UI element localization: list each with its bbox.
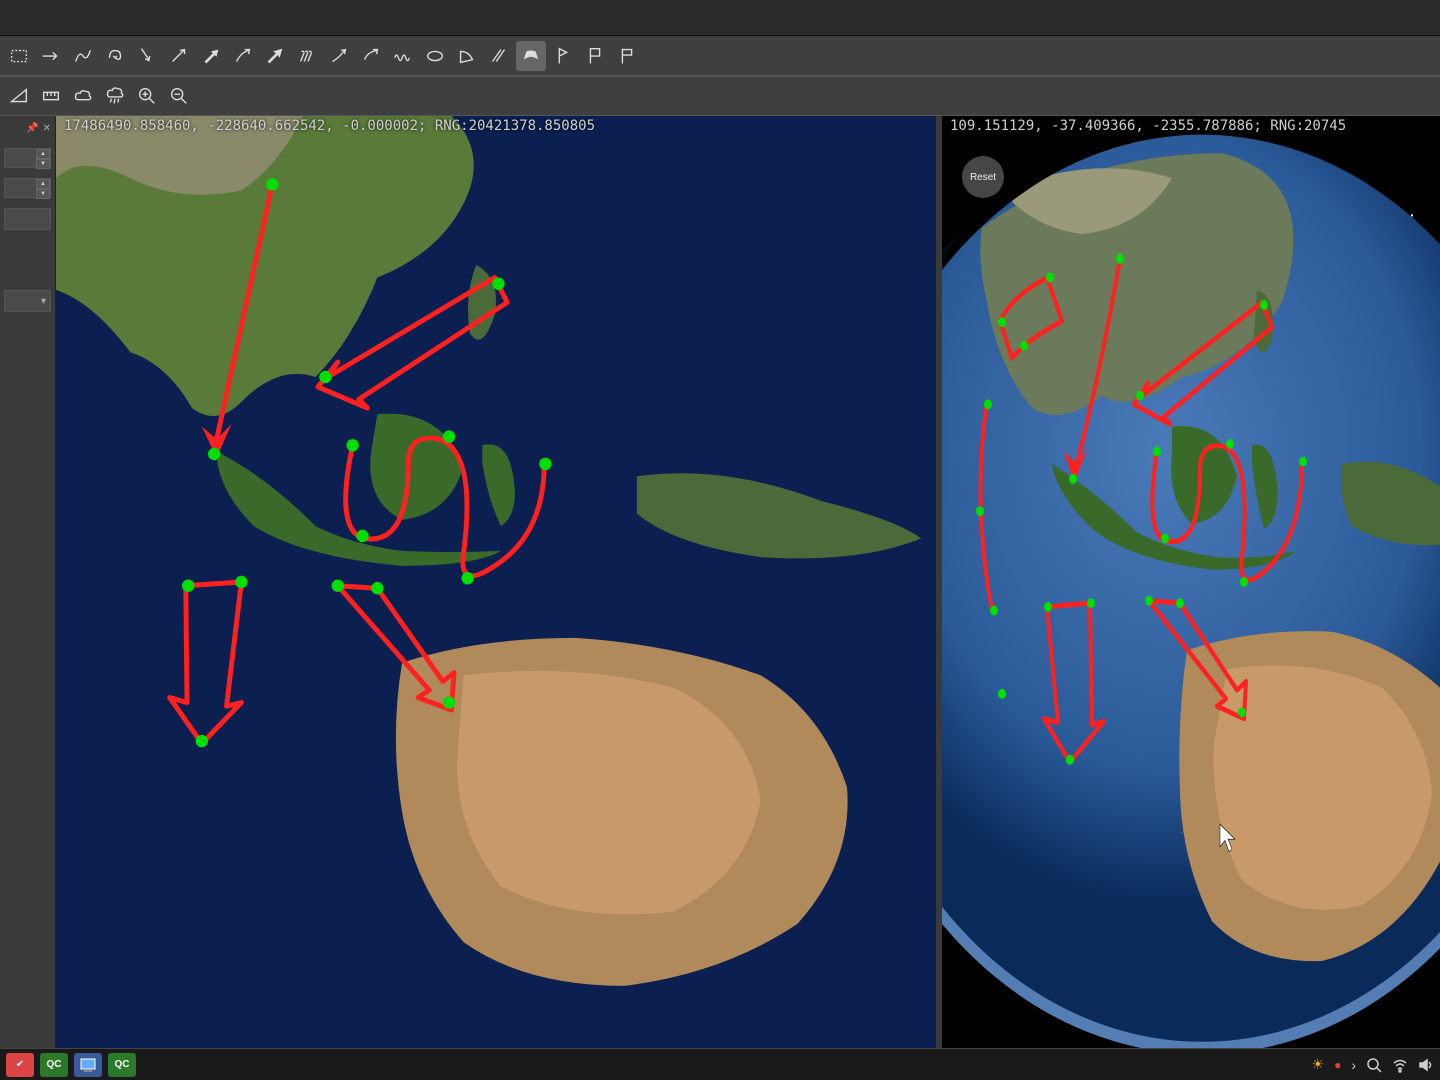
arrow-filled-tool[interactable] (196, 41, 226, 71)
spinner-input-2[interactable]: ▲▼ (4, 178, 51, 198)
arrow-down-tool[interactable] (132, 41, 162, 71)
arrow-curved-2-tool[interactable] (324, 41, 354, 71)
sun-icon[interactable]: ☀ (1312, 1056, 1325, 1073)
zoom-in-tool[interactable] (132, 81, 162, 111)
spin-down-icon[interactable]: ▼ (36, 159, 50, 169)
loop-tool[interactable] (100, 41, 130, 71)
wave-tool[interactable] (388, 41, 418, 71)
spin-up-icon[interactable]: ▲ (36, 149, 50, 159)
reset-button[interactable]: Reset (962, 156, 1004, 198)
triangle-tool[interactable] (4, 81, 34, 111)
taskbar-app-sys[interactable] (74, 1053, 102, 1077)
arrow-filled-diag-tool[interactable] (260, 41, 290, 71)
multi-arrow-tool[interactable] (292, 41, 322, 71)
system-tray: ☀ ● › (1312, 1056, 1434, 1073)
search-icon[interactable] (1366, 1057, 1382, 1073)
taskbar-app-qc-2[interactable]: QC (108, 1053, 136, 1077)
arrow-diag-tool[interactable] (164, 41, 194, 71)
rain-tool[interactable] (100, 81, 130, 111)
fov-cone-tool[interactable] (516, 41, 546, 71)
taskbar: ✔ QC QC ☀ ● › (0, 1048, 1440, 1080)
workspace: 📌 ✕ ▲▼ ▲▼ 17486490.858460, -228640.66254… (0, 116, 1440, 1048)
measure-tool[interactable] (36, 81, 66, 111)
dropdown-1[interactable] (4, 290, 51, 312)
text-input-1[interactable] (4, 208, 51, 230)
volume-icon[interactable] (1418, 1057, 1434, 1073)
view-container: 17486490.858460, -228640.662542, -0.0000… (56, 116, 1440, 1048)
panel-header: 📌 ✕ (0, 116, 55, 140)
lines-tool[interactable] (484, 41, 514, 71)
primary-toolbar (0, 36, 1440, 76)
cloud-tool[interactable] (68, 81, 98, 111)
flag-triangle-tool[interactable] (548, 41, 578, 71)
globe-view[interactable]: 109.151129, -37.409366, -2355.787886; RN… (942, 116, 1440, 1048)
rect-select-tool[interactable] (4, 41, 34, 71)
zoom-out-tool[interactable] (164, 81, 194, 111)
flat-map-view[interactable]: 17486490.858460, -228640.662542, -0.0000… (56, 116, 936, 1048)
chevron-right-icon[interactable]: › (1351, 1057, 1356, 1073)
spin-up-icon[interactable]: ▲ (36, 179, 50, 189)
spin-down-icon[interactable]: ▼ (36, 189, 50, 199)
taskbar-app-1[interactable]: ✔ (6, 1053, 34, 1077)
arrow-curved-1-tool[interactable] (228, 41, 258, 71)
record-icon[interactable]: ● (1334, 1058, 1341, 1072)
arrow-curved-3-tool[interactable] (356, 41, 386, 71)
flag-rect-tool[interactable] (580, 41, 610, 71)
flag-square-tool[interactable] (612, 41, 642, 71)
secondary-toolbar (0, 76, 1440, 116)
menubar (0, 0, 1440, 36)
properties-panel: 📌 ✕ ▲▼ ▲▼ (0, 116, 56, 1048)
spinner-input-1[interactable]: ▲▼ (4, 148, 51, 168)
close-icon[interactable]: ✕ (43, 123, 51, 134)
pin-icon[interactable]: 📌 (26, 123, 38, 134)
ellipse-tool[interactable] (420, 41, 450, 71)
arrow-tool[interactable] (36, 41, 66, 71)
taskbar-app-qc-1[interactable]: QC (40, 1053, 68, 1077)
curve-s-tool[interactable] (68, 41, 98, 71)
wifi-icon[interactable] (1392, 1057, 1408, 1073)
sector-tool[interactable] (452, 41, 482, 71)
